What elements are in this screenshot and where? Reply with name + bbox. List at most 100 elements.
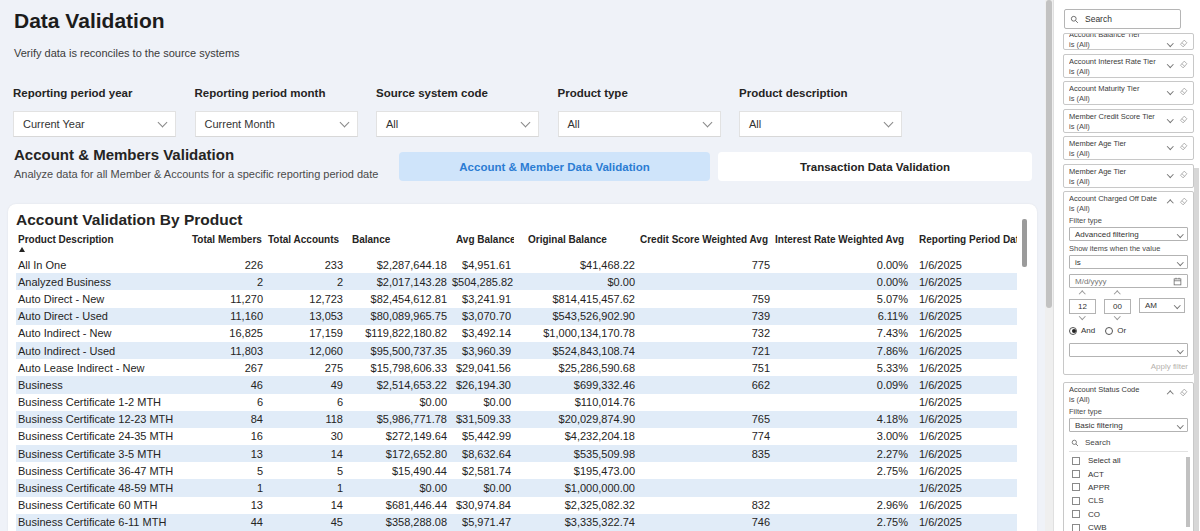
- filter-card-member-age-tier[interactable]: Member Age Tier is (All): [1063, 136, 1194, 160]
- minute-value[interactable]: 00: [1104, 299, 1131, 314]
- eraser-icon[interactable]: [1179, 115, 1188, 124]
- filter-type-dropdown[interactable]: Basic filtering: [1069, 418, 1188, 432]
- filter-option-cls[interactable]: CLS: [1069, 494, 1188, 507]
- second-condition-dropdown[interactable]: [1069, 343, 1188, 357]
- table-cell: 1/6/2025: [911, 394, 1017, 411]
- table-row[interactable]: Business Certificate 1-2 MTH66$0.00$0.00…: [16, 394, 1017, 411]
- table-row[interactable]: Auto Direct - New11,27012,723$82,454,612…: [16, 290, 1017, 307]
- table-row[interactable]: Auto Direct - Used11,16013,053$80,089,96…: [16, 308, 1017, 325]
- table-cell: 1/6/2025: [911, 497, 1017, 514]
- table-row[interactable]: Business Certificate 3-5 MTH1314$172,652…: [16, 445, 1017, 462]
- table-row[interactable]: Auto Lease Indirect - New267275$15,798,6…: [16, 359, 1017, 376]
- filter-type-label: Filter type: [1069, 217, 1188, 225]
- filter-card-search[interactable]: Search: [1069, 436, 1188, 452]
- decrement-icon[interactable]: [1114, 313, 1120, 319]
- condition-dropdown[interactable]: is: [1069, 255, 1188, 269]
- checkbox[interactable]: [1072, 510, 1080, 518]
- hour-value[interactable]: 12: [1069, 299, 1096, 314]
- eraser-icon[interactable]: [1179, 142, 1188, 151]
- checkbox[interactable]: [1072, 470, 1080, 478]
- filter-option-cwb[interactable]: CWB: [1069, 521, 1188, 531]
- filter-pane-search[interactable]: Search: [1064, 9, 1181, 29]
- table-row[interactable]: Auto Indirect - New16,82517,159$119,822,…: [16, 325, 1017, 342]
- column-header-original-balance[interactable]: Original Balance: [514, 232, 638, 256]
- slicer-dropdown[interactable]: All: [376, 111, 539, 137]
- filter-type-dropdown[interactable]: Advanced filtering: [1069, 227, 1188, 241]
- filter-card-member-credit-score-tier[interactable]: Member Credit Score Tier is (All): [1063, 109, 1194, 133]
- chevron-down-icon[interactable]: [1167, 116, 1173, 122]
- filter-card-account-interest-rate-tier[interactable]: Account Interest Rate Tier is (All): [1063, 54, 1194, 78]
- chevron-down-icon[interactable]: [1167, 143, 1173, 149]
- table-row[interactable]: All In One226233$2,287,644.18$4,951.61$4…: [16, 256, 1017, 273]
- chevron-down-icon[interactable]: [1167, 61, 1173, 67]
- checkbox[interactable]: [1072, 483, 1080, 491]
- slicer-dropdown[interactable]: All: [739, 111, 902, 137]
- table-row[interactable]: Business Certificate 60 MTH1314$681,446.…: [16, 497, 1017, 514]
- chevron-down-icon[interactable]: [1167, 40, 1173, 46]
- table-row[interactable]: Business Certificate 6-11 MTH4445$358,28…: [16, 514, 1017, 531]
- filter-option-appr[interactable]: APPR: [1069, 481, 1188, 494]
- date-input[interactable]: M/d/yyyy: [1069, 274, 1188, 288]
- table-cell: 45: [266, 514, 346, 531]
- options-list-scrollbar[interactable]: [1186, 457, 1190, 527]
- table-row[interactable]: Business Certificate 36-47 MTH55$15,490.…: [16, 462, 1017, 479]
- table-row[interactable]: Business Certificate 24-35 MTH1630$272,1…: [16, 428, 1017, 445]
- filter-option-act[interactable]: ACT: [1069, 467, 1188, 480]
- eraser-icon[interactable]: [1179, 39, 1188, 48]
- column-header-interest-rate-weighted-avg[interactable]: Interest Rate Weighted Avg: [773, 232, 911, 256]
- eraser-icon[interactable]: [1179, 197, 1188, 206]
- table-vertical-scrollbar[interactable]: [1022, 219, 1027, 267]
- calendar-icon[interactable]: [1173, 277, 1182, 286]
- table-cell: 1/6/2025: [911, 325, 1017, 342]
- or-radio[interactable]: [1105, 327, 1113, 335]
- eraser-icon[interactable]: [1179, 87, 1188, 96]
- filter-option-select-all[interactable]: Select all: [1069, 454, 1188, 467]
- meridiem-dropdown[interactable]: AM: [1139, 298, 1185, 313]
- column-header-balance[interactable]: Balance: [346, 232, 450, 256]
- chevron-up-icon[interactable]: [1167, 391, 1173, 397]
- slicer-dropdown[interactable]: Current Month: [195, 111, 358, 137]
- chevron-down-icon: [521, 117, 531, 127]
- table-cell: Auto Direct - Used: [16, 308, 190, 325]
- eraser-icon[interactable]: [1179, 60, 1188, 69]
- page-vertical-scrollbar[interactable]: [1045, 0, 1053, 531]
- and-radio[interactable]: [1069, 327, 1077, 335]
- slicer-dropdown[interactable]: Current Year: [13, 111, 176, 137]
- tab-transaction-validation[interactable]: Transaction Data Validation: [718, 152, 1032, 181]
- chevron-down-icon[interactable]: [1167, 88, 1173, 94]
- table-row[interactable]: Auto Indirect - Used11,80312,060$95,500,…: [16, 342, 1017, 359]
- checkbox[interactable]: [1072, 457, 1080, 465]
- table-row[interactable]: Business Certificate 12-23 MTH84118$5,98…: [16, 411, 1017, 428]
- chevron-down-icon[interactable]: [1167, 171, 1173, 177]
- eraser-icon[interactable]: [1179, 388, 1188, 397]
- column-header-avg-balance[interactable]: Avg Balance: [450, 232, 514, 256]
- table-row[interactable]: Business4649$2,514,653.22$26,194.30$699,…: [16, 376, 1017, 393]
- column-header-reporting-period-dat[interactable]: Reporting Period Dat: [911, 232, 1017, 256]
- hour-stepper[interactable]: 12: [1069, 291, 1096, 318]
- apply-filter-button[interactable]: Apply filter: [1069, 362, 1188, 371]
- minute-stepper[interactable]: 00: [1104, 291, 1131, 318]
- column-header-product-description[interactable]: Product Description: [16, 232, 190, 256]
- filter-card-member-age-tier[interactable]: Member Age Tier is (All): [1063, 164, 1194, 188]
- chevron-up-icon[interactable]: [1167, 200, 1173, 206]
- slicer-dropdown[interactable]: All: [558, 111, 721, 137]
- decrement-icon[interactable]: [1079, 313, 1085, 319]
- increment-icon[interactable]: [1114, 291, 1120, 297]
- checkbox[interactable]: [1072, 524, 1080, 531]
- filter-option-co[interactable]: CO: [1069, 508, 1188, 521]
- table-cell: $172,652.80: [346, 445, 450, 462]
- eraser-icon[interactable]: [1179, 170, 1188, 179]
- column-header-total-accounts[interactable]: Total Accounts: [266, 232, 346, 256]
- filter-card-account-maturity-tier[interactable]: Account Maturity Tier is (All): [1063, 81, 1194, 105]
- increment-icon[interactable]: [1079, 291, 1085, 297]
- filter-pane-scrollbar[interactable]: [1194, 168, 1199, 531]
- table-row[interactable]: Business Certificate 48-59 MTH11$0.00$0.…: [16, 479, 1017, 496]
- tab-account-member-validation[interactable]: Account & Member Data Validation: [399, 152, 710, 181]
- column-header-total-members[interactable]: Total Members: [190, 232, 266, 256]
- filter-card-account-balance-tier[interactable]: Account Balance Tier is (All): [1063, 33, 1194, 50]
- checkbox[interactable]: [1072, 497, 1080, 505]
- table-row[interactable]: Analyzed Business22$2,017,143.28$504,285…: [16, 273, 1017, 290]
- table-cell: $3,241.91: [450, 290, 514, 307]
- page-scrollbar-thumb[interactable]: [1046, 0, 1052, 308]
- column-header-credit-score-weighted-avg[interactable]: Credit Score Weighted Avg: [638, 232, 773, 256]
